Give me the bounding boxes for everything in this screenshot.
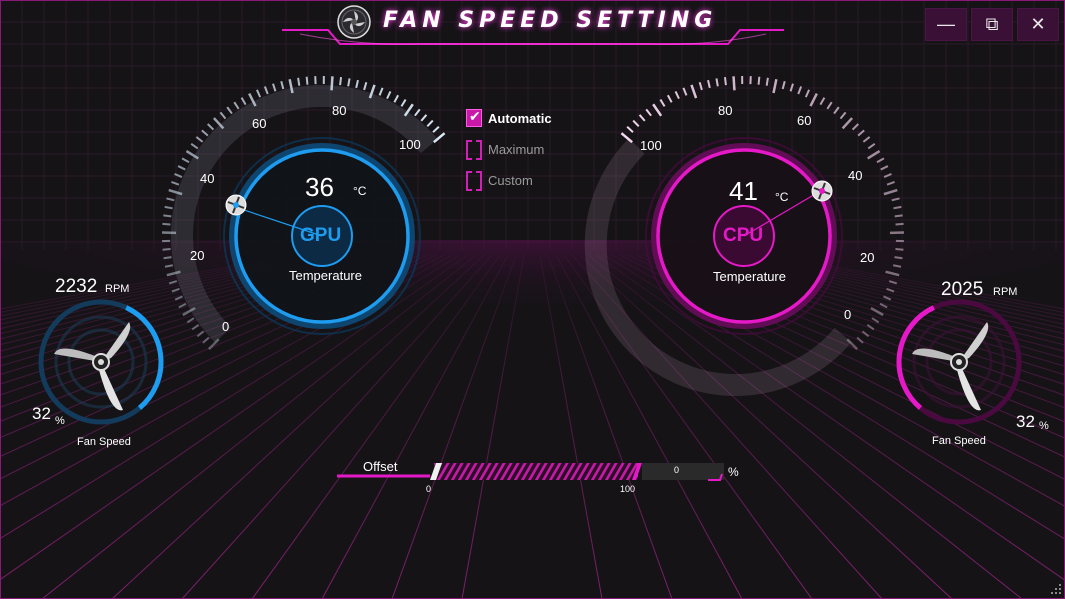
mode-option-maximum[interactable]: Maximum [466,139,545,160]
maximize-icon: ⧉ [985,14,999,34]
offset-label: Offset [363,459,398,474]
cpu-fan-percent-value: 32 [1016,412,1035,431]
cpu-fan-percent-unit: % [1039,420,1049,432]
gpu-temperature-value: 36 [305,172,334,202]
cpu-gauge-tick-0: 0 [844,307,852,322]
cpu-temperature-unit: °C [775,190,789,204]
gpu-label: GPU [300,225,342,246]
gpu-gauge-tick-0: 0 [222,319,230,334]
cpu-gauge-tick-20: 20 [860,250,875,265]
maximize-button[interactable]: ⧉ [971,8,1013,41]
maximum-checkbox[interactable] [466,140,482,160]
offset-min-label: 0 [426,484,432,494]
minimize-button[interactable]: — [925,8,967,41]
cpu-fan-rpm-value: 2025 [941,279,984,300]
mode-option-automatic[interactable]: ✔ Automatic [466,108,552,128]
gpu-gauge-tick-60: 60 [252,116,267,131]
cpu-gauge-tick-100: 100 [640,138,662,153]
gpu-fan-percent-value: 32 [32,404,51,423]
gpu-fan-percent-unit: % [55,415,65,427]
close-button[interactable]: ✕ [1017,8,1059,41]
checkmark-icon: ✔ [469,108,481,124]
gpu-gauge-tick-100: 100 [399,137,421,152]
offset-value[interactable]: 0 [674,465,679,475]
gpu-gauge-tick-20: 20 [190,248,205,263]
close-icon: ✕ [1030,14,1046,34]
offset-max-label: 100 [620,484,636,494]
custom-checkbox[interactable] [466,171,482,191]
cpu-label: CPU [723,225,764,246]
cpu-temperature-caption: Temperature [713,269,786,284]
gpu-gauge-tick-80: 80 [332,103,347,118]
minimize-icon: — [937,14,955,34]
gpu-temperature-caption: Temperature [289,268,362,283]
cpu-fan-rpm-unit: RPM [993,286,1018,298]
automatic-label: Automatic [488,110,552,126]
cpu-gauge-tick-60: 60 [797,113,812,128]
custom-label: Custom [488,172,533,188]
mode-option-custom[interactable]: Custom [466,170,533,191]
gpu-fan-rpm-value: 2232 [55,276,98,297]
app-title: FAN SPEED SETTING [383,8,718,33]
cpu-fan-caption: Fan Speed [932,435,986,447]
cpu-temperature-value: 41 [729,176,758,206]
maximum-label: Maximum [488,141,545,157]
cpu-gauge-tick-40: 40 [848,168,863,183]
gpu-fan-caption: Fan Speed [77,436,131,448]
gpu-temperature-unit: °C [353,184,367,198]
automatic-checkbox[interactable]: ✔ [466,108,482,127]
window-border [0,0,1065,599]
gpu-gauge-tick-40: 40 [200,171,215,186]
cpu-gauge-tick-80: 80 [718,103,733,118]
gpu-fan-rpm-unit: RPM [105,283,130,295]
offset-unit: % [728,465,739,479]
